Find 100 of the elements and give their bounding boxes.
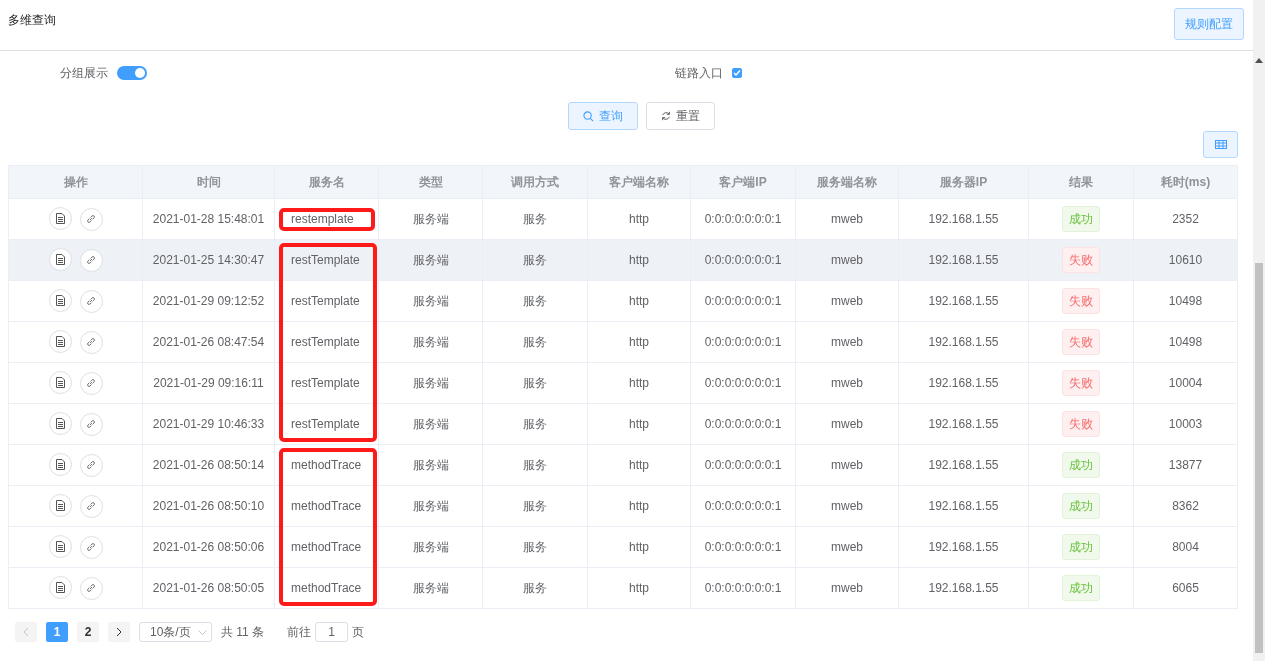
service-name-cell: restTemplate [274, 321, 379, 363]
trace-link-button[interactable] [79, 412, 103, 436]
trace-link-button[interactable] [79, 576, 103, 600]
table-cell: mweb [795, 362, 899, 404]
table-cell: 192.168.1.55 [898, 321, 1029, 363]
link-icon [86, 583, 96, 594]
table-cell: 192.168.1.55 [898, 403, 1029, 445]
table-cell: http [587, 198, 691, 240]
table-cell: 0:0:0:0:0:0:0:1 [690, 198, 796, 240]
table-cell: 2021-01-25 14:30:47 [142, 239, 275, 281]
trace-link-button[interactable] [79, 289, 103, 313]
column-header: 客户端IP [690, 165, 796, 199]
table-cell: http [587, 321, 691, 363]
trace-link-button[interactable] [79, 453, 103, 477]
table-cell: 10610 [1133, 239, 1238, 281]
page-number-field[interactable]: 1 [315, 622, 349, 642]
table-cell: 192.168.1.55 [898, 444, 1029, 486]
column-settings-button[interactable] [1203, 131, 1238, 158]
service-name-cell: methodTrace [274, 444, 379, 486]
result-tag: 成功 [1062, 206, 1100, 232]
table-cell: 0:0:0:0:0:0:0:1 [690, 321, 796, 363]
detail-button[interactable] [48, 453, 72, 477]
detail-button[interactable] [48, 371, 72, 395]
table-cell: 0:0:0:0:0:0:0:1 [690, 362, 796, 404]
trace-link-button[interactable] [79, 494, 103, 518]
trace-link-button[interactable] [79, 248, 103, 272]
chevron-right-icon [116, 627, 122, 637]
table-cell: 服务 [482, 239, 588, 281]
scroll-up-icon[interactable] [1255, 57, 1263, 63]
table-cell: 服务端 [378, 485, 483, 527]
detail-button[interactable] [48, 576, 72, 600]
page-title: 多维查询 [8, 12, 56, 29]
filter-label: 链路入口 [675, 64, 723, 82]
result-tag: 成功 [1062, 452, 1100, 478]
table-cell: 2021-01-29 09:16:11 [142, 362, 275, 404]
result-tag: 失败 [1062, 411, 1100, 437]
scrollbar[interactable] [1253, 0, 1265, 661]
table-cell: mweb [795, 403, 899, 445]
table-cell: 服务端 [378, 403, 483, 445]
table-cell: mweb [795, 321, 899, 363]
detail-button[interactable] [48, 494, 72, 518]
table-cell: 服务端 [378, 567, 483, 609]
toggle-switch[interactable] [117, 65, 147, 80]
result-tag: 成功 [1062, 493, 1100, 519]
trace-link-button[interactable] [79, 207, 103, 231]
refresh-icon [661, 111, 671, 121]
table-cell: 6065 [1133, 567, 1238, 609]
detail-button[interactable] [48, 248, 72, 272]
link-icon [86, 501, 96, 512]
page-suffix: 页 [352, 624, 365, 641]
table-cell: 服务 [482, 485, 588, 527]
column-header: 结果 [1028, 165, 1134, 199]
column-header: 调用方式 [482, 165, 588, 199]
page-button[interactable]: 2 [77, 622, 99, 642]
service-name-cell: restemplate [274, 198, 379, 240]
service-name-cell: methodTrace [274, 485, 379, 527]
trace-link-button[interactable] [79, 371, 103, 395]
table-cell: 0:0:0:0:0:0:0:1 [690, 485, 796, 527]
table-cell: 服务端 [378, 321, 483, 363]
table-cell: 服务端 [378, 444, 483, 486]
table-cell: 0:0:0:0:0:0:0:1 [690, 280, 796, 322]
result-tag: 成功 [1062, 534, 1100, 560]
detail-button[interactable] [48, 535, 72, 559]
checkbox[interactable] [732, 67, 742, 78]
page-size-select[interactable]: 10条/页 [139, 622, 212, 642]
table-cell: 10498 [1133, 280, 1238, 322]
table-cell: http [587, 362, 691, 404]
link-icon [86, 337, 96, 348]
detail-button[interactable] [48, 412, 72, 436]
trace-link-button[interactable] [79, 330, 103, 354]
table-cell: mweb [795, 526, 899, 568]
table-cell: http [587, 526, 691, 568]
table-cell: 192.168.1.55 [898, 362, 1029, 404]
service-name-cell: methodTrace [274, 526, 379, 568]
column-header: 类型 [378, 165, 483, 199]
reset-button[interactable]: 重置 [646, 102, 715, 130]
link-icon [86, 460, 96, 471]
scrollbar-thumb[interactable] [1255, 263, 1263, 653]
link-icon [86, 378, 96, 389]
document-icon [55, 336, 65, 348]
detail-button[interactable] [48, 289, 72, 313]
detail-button[interactable] [48, 207, 72, 231]
document-icon [55, 254, 65, 266]
table-cell: 2021-01-29 09:12:52 [142, 280, 275, 322]
link-icon [86, 255, 96, 266]
table-cell: 2352 [1133, 198, 1238, 240]
table-cell: 13877 [1133, 444, 1238, 486]
table-cell: 服务 [482, 198, 588, 240]
detail-button[interactable] [48, 330, 72, 354]
document-icon [55, 377, 65, 389]
table-cell: http [587, 239, 691, 281]
result-tag: 失败 [1062, 288, 1100, 314]
trace-link-button[interactable] [79, 535, 103, 559]
table-cell: mweb [795, 567, 899, 609]
table-cell: 0:0:0:0:0:0:0:1 [690, 567, 796, 609]
table-cell: 192.168.1.55 [898, 485, 1029, 527]
service-name-cell: restTemplate [274, 239, 379, 281]
table-cell: 服务端 [378, 198, 483, 240]
link-icon [86, 542, 96, 553]
table-cell: 8362 [1133, 485, 1238, 527]
